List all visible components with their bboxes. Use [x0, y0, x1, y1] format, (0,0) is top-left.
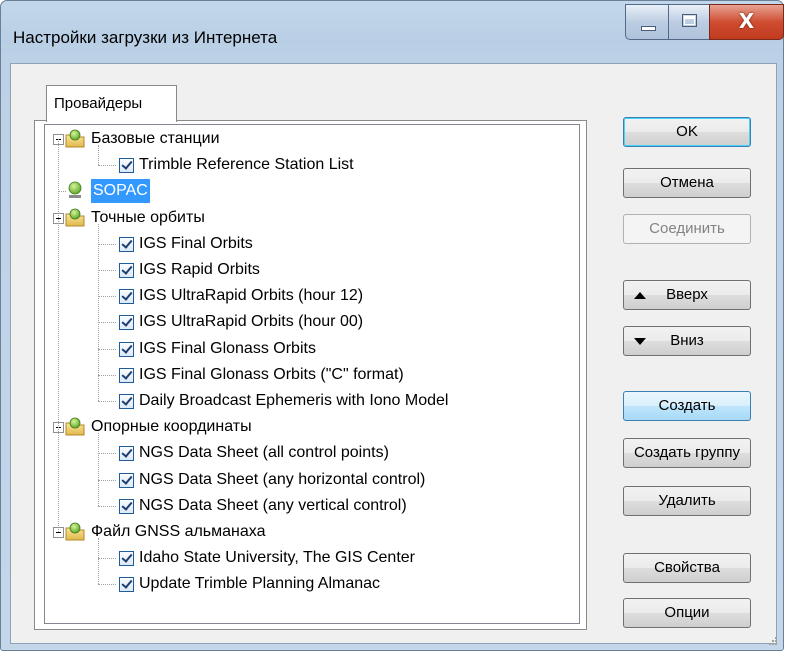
move-down-button[interactable]: Вниз	[623, 326, 751, 356]
checkbox-checked[interactable]	[119, 341, 134, 357]
arrow-down-icon	[634, 338, 646, 345]
tree-line	[98, 558, 116, 560]
tree-line	[98, 223, 99, 401]
tree-item-label[interactable]: Idaho State University, The GIS Center	[139, 546, 415, 570]
resize-grip-icon[interactable]	[768, 636, 778, 646]
folder-globe-icon	[65, 129, 85, 149]
tree-line	[98, 584, 116, 586]
connect-button[interactable]: Соединить	[623, 214, 751, 244]
tree-item-label[interactable]: Trimble Reference Station List	[139, 153, 354, 177]
tree-line	[98, 453, 116, 455]
folder-globe-icon	[65, 208, 85, 228]
delete-button[interactable]: Удалить	[623, 486, 751, 516]
tree-line	[98, 322, 116, 324]
tree-group-label[interactable]: SOPAC	[91, 179, 150, 204]
window-title: Настройки загрузки из Интернета	[13, 28, 278, 47]
folder-globe-icon	[65, 522, 85, 542]
checkbox-checked[interactable]	[119, 367, 134, 383]
checkbox-checked[interactable]	[119, 315, 134, 331]
tree-line	[98, 270, 116, 271]
tree-line	[98, 348, 116, 350]
tree-line	[98, 296, 116, 298]
tree-line	[98, 401, 116, 402]
move-up-label: Вверх	[666, 286, 708, 303]
maximize-button[interactable]	[668, 4, 710, 40]
tree-item-label[interactable]: IGS Final Glonass Orbits	[139, 337, 316, 361]
ok-button[interactable]: OK	[623, 117, 751, 147]
tree-group-label[interactable]: Точные орбиты	[91, 206, 205, 230]
checkbox-checked[interactable]	[119, 577, 134, 593]
checkbox-checked[interactable]	[119, 394, 134, 409]
checkbox-checked[interactable]	[119, 551, 134, 567]
minimize-icon	[641, 26, 656, 31]
cancel-button[interactable]: Отмена	[623, 168, 751, 198]
tree-item-label[interactable]: IGS Rapid Orbits	[139, 258, 260, 282]
checkbox-checked[interactable]	[119, 263, 134, 278]
tree-line	[98, 505, 116, 507]
checkbox-checked[interactable]	[119, 472, 134, 488]
tree-line	[98, 538, 99, 585]
minimize-button[interactable]	[625, 4, 669, 40]
tree-item-label[interactable]: NGS Data Sheet (any horizontal control)	[139, 468, 425, 492]
create-button[interactable]: Создать	[623, 391, 751, 421]
close-button[interactable]: X	[709, 4, 784, 40]
tree-item-label[interactable]: IGS Final Orbits	[139, 232, 253, 256]
tree-item-label[interactable]: IGS UltraRapid Orbits (hour 00)	[139, 310, 363, 334]
tree-item-label[interactable]: Update Trimble Planning Almanac	[139, 572, 380, 596]
move-down-label: Вниз	[670, 332, 704, 349]
checkbox-checked[interactable]	[119, 446, 134, 462]
checkbox-checked[interactable]	[119, 289, 134, 305]
tree-line	[98, 145, 99, 166]
options-button[interactable]: Опции	[623, 598, 751, 628]
tree-line	[58, 139, 59, 532]
folder-globe-icon	[65, 417, 85, 437]
providers-tree[interactable]: Базовые станции Trimble Reference Station…	[44, 124, 580, 624]
create-group-button[interactable]: Создать группу	[623, 438, 751, 468]
tree-line	[98, 165, 116, 167]
checkbox-checked[interactable]	[119, 158, 134, 174]
close-icon: X	[738, 9, 755, 33]
move-up-button[interactable]: Вверх	[623, 280, 751, 310]
tree-group-label[interactable]: Файл GNSS альманаха	[91, 520, 266, 544]
tab-providers-label: Провайдеры	[54, 95, 143, 112]
tree-item-label[interactable]: IGS UltraRapid Orbits (hour 12)	[139, 284, 363, 308]
arrow-up-icon	[634, 292, 646, 299]
checkbox-checked[interactable]	[119, 236, 134, 252]
tree-line	[98, 479, 116, 481]
tree-item-label[interactable]: NGS Data Sheet (all control points)	[139, 441, 389, 465]
tree-item-label[interactable]: IGS Final Glonass Orbits ("C" format)	[139, 363, 404, 387]
tree-group-label[interactable]: Опорные координаты	[91, 415, 252, 439]
properties-button[interactable]: Свойства	[623, 553, 751, 583]
checkbox-checked[interactable]	[119, 498, 134, 514]
tree-line	[98, 243, 116, 245]
tab-providers[interactable]: Провайдеры	[46, 85, 177, 122]
globe-icon	[65, 181, 85, 201]
tree-item-label[interactable]: NGS Data Sheet (any vertical control)	[139, 494, 407, 518]
tree-line	[98, 374, 116, 376]
tree-group-label[interactable]: Базовые станции	[91, 127, 220, 151]
tree-item-label[interactable]: Daily Broadcast Ephemeris with Iono Mode…	[139, 389, 448, 413]
maximize-icon	[682, 14, 697, 27]
tree-line	[98, 433, 99, 506]
